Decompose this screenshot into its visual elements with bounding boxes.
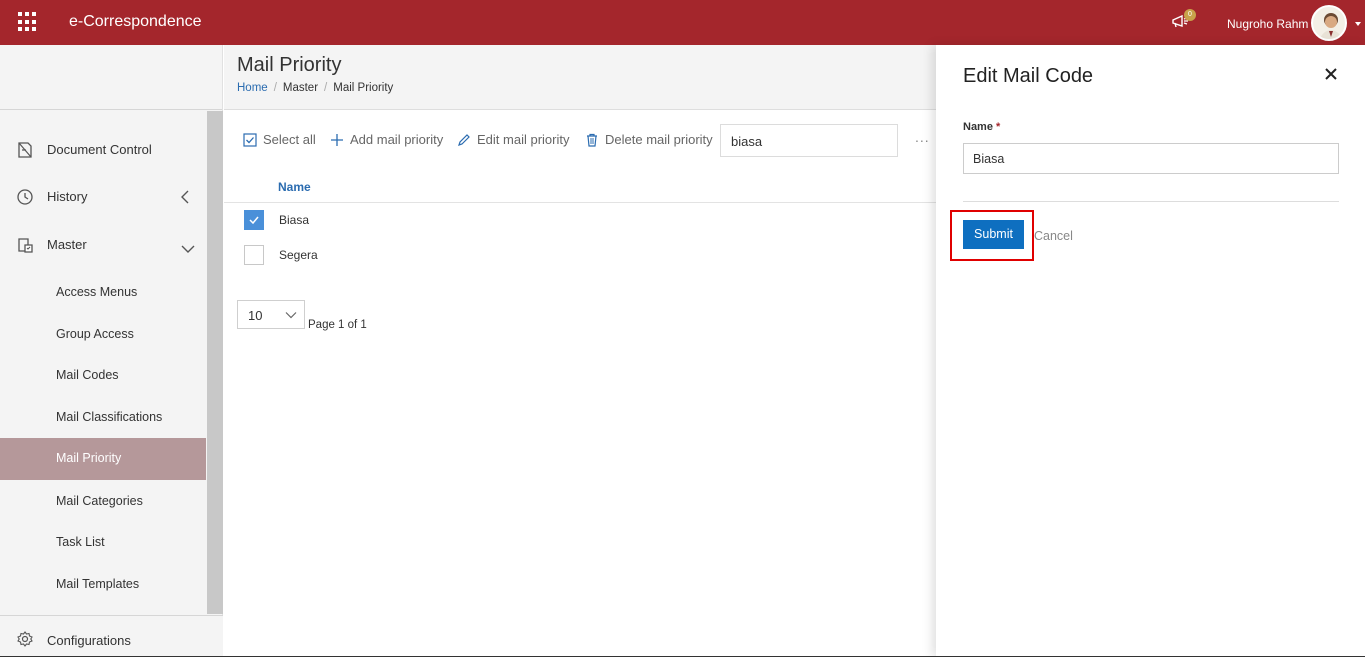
user-name[interactable]: Nugroho Rahm	[1227, 17, 1308, 31]
sidebar-item-group-access[interactable]: Group Access	[0, 314, 206, 356]
top-bar: e-Correspondence 0 Nugroho Rahm	[0, 0, 1365, 45]
sidebar-item-mail-classifications[interactable]: Mail Classifications	[0, 397, 206, 439]
sidebar-item-access-menus[interactable]: Access Menus	[0, 272, 206, 314]
sidebar-item-label: Task List	[56, 535, 105, 549]
page-size-select[interactable]: 10	[237, 300, 305, 329]
list-header: Name	[224, 176, 936, 203]
sidebar-item-document-control[interactable]: Document Control	[0, 129, 206, 171]
breadcrumb-separator: /	[273, 82, 277, 94]
page-info: Page 1 of 1	[308, 319, 367, 331]
sidebar-item-label: Mail Codes	[56, 368, 119, 382]
divider	[963, 201, 1339, 202]
sidebar-item-label: Access Menus	[56, 285, 138, 299]
sidebar-item-label: Master	[47, 237, 87, 252]
page-size-value: 10	[248, 308, 263, 323]
chevron-left-icon	[181, 190, 189, 204]
select-all-button[interactable]: Select all	[243, 132, 316, 147]
notification-badge: 0	[1184, 9, 1196, 21]
main-content: Select all Add mail priority Edit mail p…	[224, 110, 936, 657]
name-field-label: Name *	[963, 121, 1000, 133]
name-field[interactable]: Biasa	[963, 143, 1339, 174]
table-row[interactable]: Biasa	[224, 203, 936, 238]
edit-label: Edit mail priority	[477, 132, 570, 147]
more-options-icon[interactable]: ...	[915, 129, 930, 145]
sidebar-scrollbar[interactable]	[207, 111, 223, 614]
sidebar-item-label: Mail Templates	[56, 577, 140, 591]
sidebar-item-master[interactable]: Master	[0, 224, 206, 266]
select-all-label: Select all	[263, 132, 316, 147]
checkbox-icon	[243, 132, 257, 147]
sidebar-item-mail-priority[interactable]: Mail Priority	[0, 438, 206, 480]
name-label-text: Name	[963, 121, 993, 133]
sidebar-item-mail-codes[interactable]: Mail Codes	[0, 355, 206, 397]
gear-icon	[17, 631, 33, 647]
edit-panel: Edit Mail Code Name * Biasa Submit Cance…	[936, 45, 1365, 657]
sidebar-item-label: Group Access	[56, 327, 134, 341]
sidebar-item-label: Configurations	[47, 633, 131, 648]
sidebar-item-mail-categories[interactable]: Mail Categories	[0, 481, 206, 523]
close-icon[interactable]	[1324, 67, 1338, 81]
page-title: Mail Priority	[237, 54, 342, 76]
table-row[interactable]: Segera	[224, 238, 936, 273]
column-header-name[interactable]: Name	[278, 180, 311, 194]
breadcrumb: Home / Master / Mail Priority	[237, 82, 393, 94]
row-checkbox[interactable]	[244, 245, 264, 265]
command-bar: Select all Add mail priority Edit mail p…	[224, 124, 936, 158]
breadcrumb-current: Mail Priority	[333, 82, 394, 94]
row-name: Biasa	[279, 213, 310, 227]
add-label: Add mail priority	[350, 132, 444, 147]
chevron-down-icon	[181, 245, 195, 253]
page-header: Mail Priority Home / Master / Mail Priority	[224, 45, 936, 110]
panel-title: Edit Mail Code	[963, 65, 1094, 87]
sidebar-item-label: Mail Classifications	[56, 410, 163, 424]
user-menu-caret-icon[interactable]	[1355, 22, 1361, 26]
row-checkbox[interactable]	[244, 210, 264, 230]
sidebar-item-history[interactable]: History	[0, 176, 206, 218]
submit-button[interactable]: Submit	[963, 220, 1024, 249]
sidebar-item-label: Mail Categories	[56, 494, 143, 508]
avatar[interactable]	[1311, 5, 1347, 41]
sidebar: Document Control History Master Access M…	[0, 45, 223, 657]
delete-label: Delete mail priority	[605, 132, 713, 147]
checkmark-icon	[249, 216, 259, 225]
sidebar-top	[0, 45, 222, 110]
cancel-button[interactable]: Cancel	[1034, 229, 1073, 243]
master-icon	[18, 238, 33, 253]
sidebar-item-configurations[interactable]: Configurations	[0, 615, 223, 657]
add-mail-priority-button[interactable]: Add mail priority	[330, 132, 443, 147]
chevron-down-icon	[285, 312, 297, 319]
row-name: Segera	[279, 248, 318, 262]
sidebar-item-task-list[interactable]: Task List	[0, 522, 206, 564]
sidebar-item-mail-templates[interactable]: Mail Templates	[0, 564, 206, 606]
document-control-icon	[18, 142, 32, 158]
sidebar-item-label: Mail Priority	[56, 451, 122, 465]
edit-mail-priority-button[interactable]: Edit mail priority	[457, 132, 569, 147]
app-title: e-Correspondence	[69, 13, 202, 30]
plus-icon	[331, 133, 343, 146]
breadcrumb-home[interactable]: Home	[237, 82, 268, 94]
breadcrumb-master[interactable]: Master	[283, 82, 318, 94]
sidebar-item-label: History	[47, 189, 88, 204]
required-mark: *	[996, 121, 1001, 133]
app-launcher-icon[interactable]	[18, 12, 38, 32]
delete-mail-priority-button[interactable]: Delete mail priority	[585, 132, 713, 147]
pencil-icon	[458, 133, 470, 146]
breadcrumb-separator: /	[324, 82, 328, 94]
search-input[interactable]: biasa	[720, 124, 898, 157]
sidebar-item-label: Document Control	[47, 142, 152, 157]
trash-icon	[587, 133, 597, 147]
history-icon	[17, 189, 33, 205]
